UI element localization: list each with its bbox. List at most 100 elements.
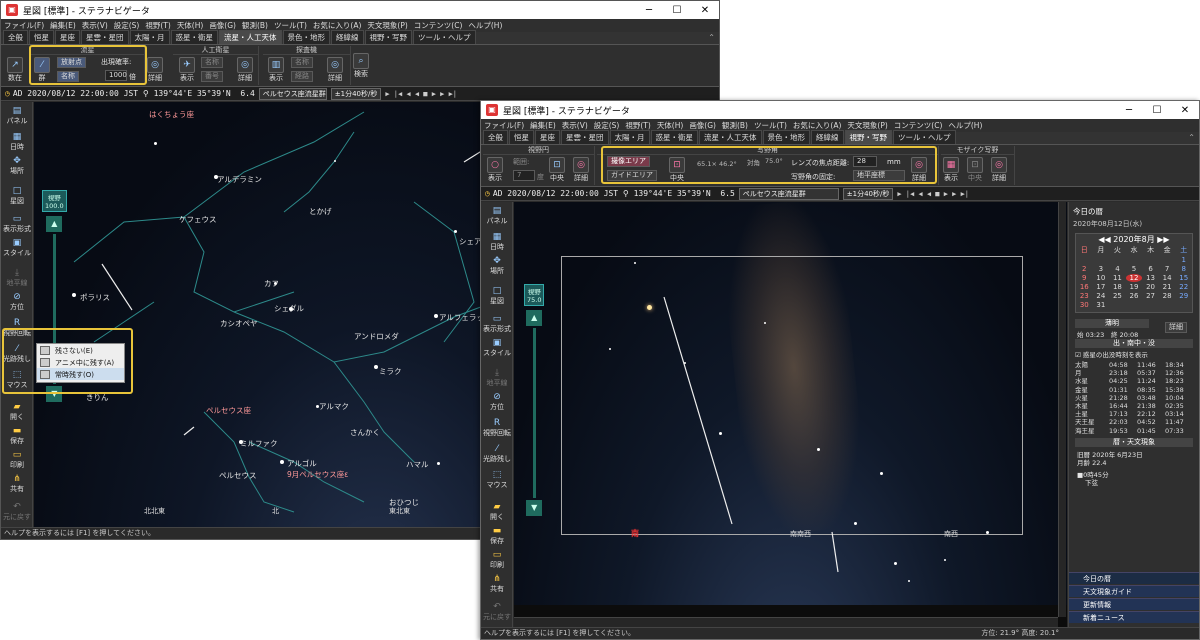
- probe-name-button[interactable]: 名称: [291, 57, 313, 68]
- tab-meteors[interactable]: 流星・人工天体: [699, 130, 762, 144]
- rise-set-checkbox[interactable]: ☑ 惑星の出没時刻を表示: [1075, 349, 1148, 359]
- tab-planets[interactable]: 惑星・衛星: [650, 130, 698, 144]
- trail-button[interactable]: ⁄ 光跡残し: [481, 444, 513, 464]
- datetime-field[interactable]: 2020/08/12 22:00:00: [507, 189, 599, 198]
- calendar-day[interactable]: 21: [1159, 283, 1176, 291]
- calendar-day[interactable]: 11: [1109, 274, 1126, 282]
- open-button[interactable]: ▰ 開く: [481, 502, 513, 522]
- probe-show-button[interactable]: ▥ 表示: [268, 57, 284, 83]
- calendar-day[interactable]: 6: [1142, 265, 1159, 273]
- share-button[interactable]: ⋔ 共有: [481, 574, 513, 594]
- tab-tools[interactable]: ツール・ヘルプ: [413, 30, 476, 44]
- coords-field[interactable]: 139°44'E 35°39'N: [154, 89, 231, 98]
- tab-constellations[interactable]: 星座: [535, 130, 560, 144]
- print-button[interactable]: ▭ 印刷: [1, 450, 33, 470]
- zoom-in-icon[interactable]: ▲: [526, 310, 543, 326]
- current-button[interactable]: ↗ 数在: [7, 57, 23, 83]
- tab-nebula[interactable]: 星雲・星団: [561, 130, 609, 144]
- undo-button[interactable]: ↶ 元に戻す: [481, 602, 513, 622]
- zoom-slider[interactable]: [532, 328, 536, 498]
- search-button[interactable]: ⌕ 検索: [353, 53, 369, 79]
- tab-sun-moon[interactable]: 太陽・月: [609, 130, 650, 144]
- link-today[interactable]: 今日の暦: [1069, 572, 1199, 584]
- calendar-day[interactable]: 2: [1076, 265, 1093, 273]
- style-button[interactable]: ▣ スタイル: [481, 338, 513, 358]
- direction-button[interactable]: ⊘ 方位: [481, 392, 513, 412]
- calendar-day[interactable]: 12: [1125, 274, 1143, 282]
- calendar-day[interactable]: [1142, 301, 1159, 309]
- datetime-button[interactable]: ▦ 日時: [1, 132, 33, 152]
- calendar-day[interactable]: 19: [1126, 283, 1143, 291]
- calendar-day[interactable]: [1142, 256, 1159, 264]
- tab-sun-moon[interactable]: 太陽・月: [129, 30, 170, 44]
- playback-controls[interactable]: ▶ |◀ ◀ ◀ ■ ▶ ▶ ▶|: [385, 90, 457, 98]
- speed-select[interactable]: ±1分40秒/秒: [330, 87, 382, 100]
- maximize-icon[interactable]: ☐: [663, 5, 691, 16]
- fov-detail-button[interactable]: ◎ 詳細: [573, 157, 589, 183]
- save-button[interactable]: ▬ 保存: [1, 426, 33, 446]
- probe-detail-button[interactable]: ◎ 詳細: [327, 57, 343, 83]
- calendar-day[interactable]: 15: [1175, 274, 1192, 282]
- starmap-button[interactable]: □ 星図: [481, 286, 513, 306]
- twilight-detail-button[interactable]: 詳細: [1165, 322, 1187, 333]
- calendar-day[interactable]: 8: [1175, 265, 1192, 273]
- calendar-day[interactable]: [1175, 301, 1192, 309]
- fov-rotate-button[interactable]: R 視野回転: [481, 418, 513, 438]
- datetime-field[interactable]: 2020/08/12 22:00:00: [27, 89, 119, 98]
- calendar-day[interactable]: 20: [1142, 283, 1159, 291]
- tab-grid[interactable]: 経緯線: [331, 30, 364, 44]
- pin-icon[interactable]: ⌃: [1188, 133, 1195, 142]
- open-button[interactable]: ▰ 開く: [1, 402, 33, 422]
- horizontal-scrollbar[interactable]: [514, 617, 1058, 627]
- calendar-day[interactable]: 27: [1142, 292, 1159, 300]
- calendar-day[interactable]: 28: [1159, 292, 1176, 300]
- print-button[interactable]: ▭ 印刷: [481, 550, 513, 570]
- calendar-day[interactable]: 14: [1159, 274, 1176, 282]
- mosaic-detail-button[interactable]: ◎ 詳細: [991, 157, 1007, 183]
- display-mode-button[interactable]: ▭ 表示形式: [481, 314, 513, 334]
- save-button[interactable]: ▬ 保存: [481, 526, 513, 546]
- calendar-day[interactable]: [1076, 256, 1093, 264]
- calendar-day[interactable]: 17: [1093, 283, 1110, 291]
- tab-meteors[interactable]: 流星・人工天体: [219, 30, 282, 44]
- datetime-button[interactable]: ▦ 日時: [481, 232, 513, 252]
- calendar-day[interactable]: 30: [1076, 301, 1093, 309]
- panel-button[interactable]: ▤ パネル: [481, 206, 513, 226]
- location-button[interactable]: ✥ 場所: [1, 156, 33, 176]
- calendar-day[interactable]: [1109, 256, 1126, 264]
- calendar-day[interactable]: 9: [1076, 274, 1093, 282]
- tab-general[interactable]: 全般: [483, 130, 508, 144]
- calendar-day[interactable]: 25: [1109, 292, 1126, 300]
- link-guide[interactable]: 天文現象ガイド: [1069, 585, 1199, 597]
- link-updates[interactable]: 更新情報: [1069, 598, 1199, 610]
- fov-center-button[interactable]: ⊡ 中央: [549, 157, 565, 183]
- style-button[interactable]: ▣ スタイル: [1, 238, 33, 258]
- sat-number-button[interactable]: 番号: [201, 71, 223, 82]
- fov-circle-show-button[interactable]: ○ 表示: [487, 157, 503, 183]
- calendar-day[interactable]: 13: [1142, 274, 1159, 282]
- zoom-in-icon[interactable]: ▲: [46, 216, 63, 232]
- close-icon[interactable]: ✕: [1171, 105, 1199, 116]
- tab-general[interactable]: 全般: [3, 30, 28, 44]
- calendar-day[interactable]: 22: [1175, 283, 1192, 291]
- calendar-day[interactable]: [1093, 256, 1110, 264]
- playback-controls[interactable]: ▶ |◀ ◀ ◀ ■ ▶ ▶ ▶|: [897, 190, 969, 198]
- tab-nebula[interactable]: 星雲・星団: [81, 30, 129, 44]
- calendar-day[interactable]: 23: [1076, 292, 1093, 300]
- calendar-day[interactable]: [1126, 256, 1143, 264]
- tab-grid[interactable]: 経緯線: [811, 130, 844, 144]
- calendar-day[interactable]: 26: [1126, 292, 1143, 300]
- calendar-day[interactable]: 24: [1093, 292, 1110, 300]
- tab-stars[interactable]: 恒星: [29, 30, 54, 44]
- range-input[interactable]: 7: [513, 170, 535, 181]
- location-button[interactable]: ✥ 場所: [481, 256, 513, 276]
- tab-stars[interactable]: 恒星: [509, 130, 534, 144]
- direction-button[interactable]: ⊘ 方位: [1, 292, 33, 312]
- maximize-icon[interactable]: ☐: [1143, 105, 1171, 116]
- meteor-detail-button[interactable]: ◎ 詳細: [147, 57, 163, 83]
- close-icon[interactable]: ✕: [691, 5, 719, 16]
- calendar-day[interactable]: [1159, 256, 1176, 264]
- fov-control[interactable]: 視野 75.0 ▲ ▼: [524, 284, 545, 516]
- calendar-day[interactable]: 31: [1093, 301, 1110, 309]
- calendar-day[interactable]: 10: [1093, 274, 1110, 282]
